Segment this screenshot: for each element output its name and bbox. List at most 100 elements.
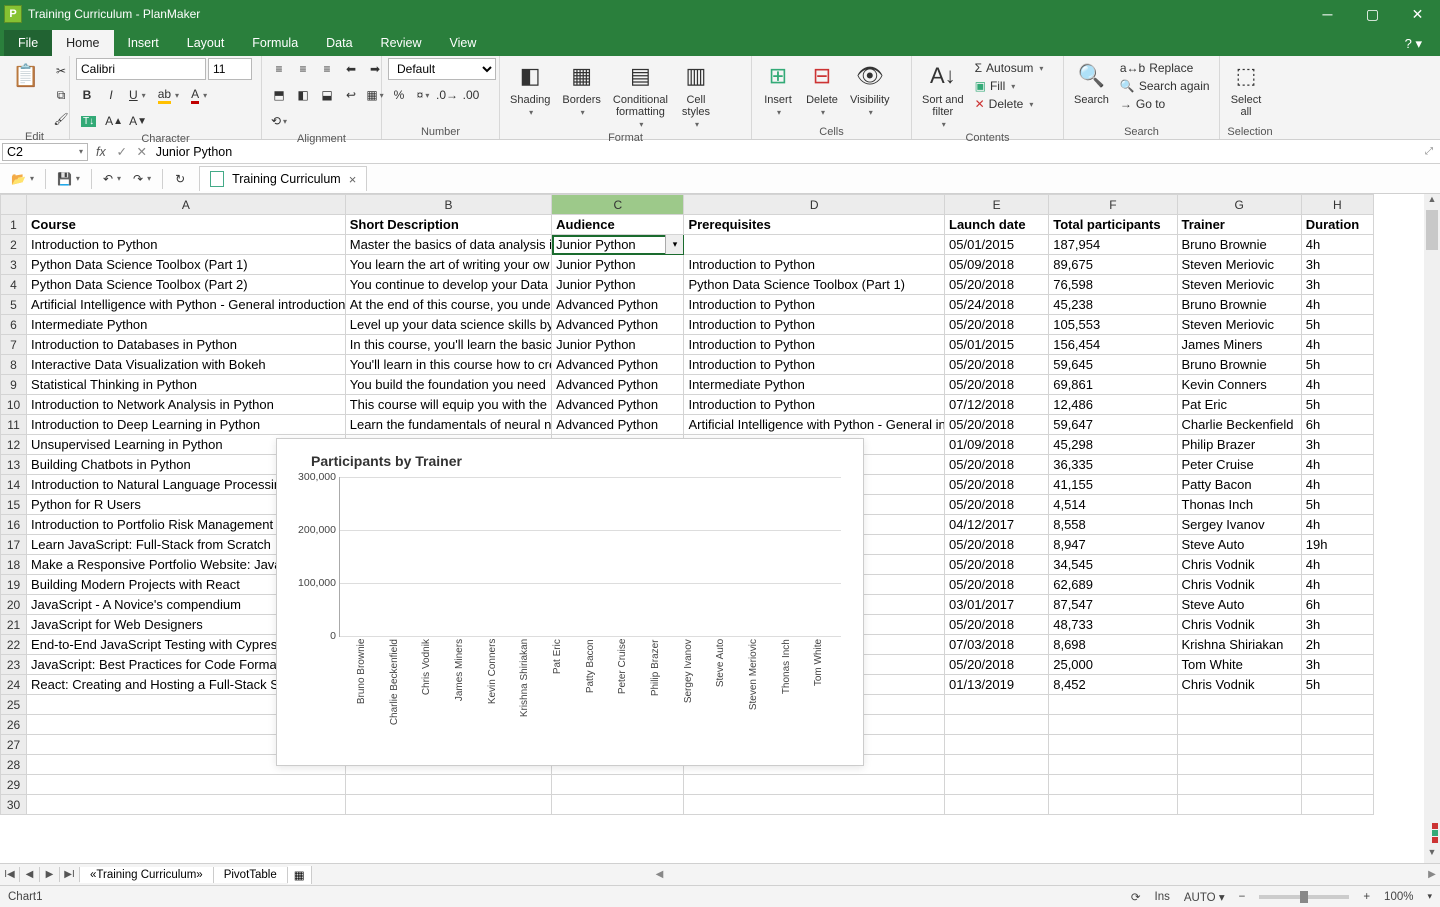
goto-button[interactable]: →Go to [1117,96,1213,112]
row-header[interactable]: 20 [1,595,27,615]
cell[interactable]: 105,553 [1049,315,1177,335]
cell[interactable]: Introduction to Databases in Python [27,335,346,355]
cell[interactable] [1177,695,1301,715]
cell[interactable]: 05/20/2018 [945,355,1049,375]
cell[interactable]: 19h [1301,535,1373,555]
conditional-formatting-button[interactable]: ▤Conditional formatting [609,58,672,131]
cell[interactable]: Chris Vodnik [1177,675,1301,695]
cell[interactable]: Junior Python [552,335,684,355]
cell[interactable]: 05/01/2015 [945,235,1049,255]
highlight-button[interactable]: ab [153,84,184,106]
cell[interactable]: 45,298 [1049,435,1177,455]
cell[interactable]: 05/20/2018 [945,475,1049,495]
cell[interactable]: Advanced Python [552,355,684,375]
sheet-tab-pivot[interactable]: PivotTable [214,867,288,883]
cell[interactable] [1177,735,1301,755]
cell[interactable]: 87,547 [1049,595,1177,615]
row-header[interactable]: 12 [1,435,27,455]
cell[interactable] [345,775,551,795]
cell[interactable]: Kevin Conners [1177,375,1301,395]
cell[interactable] [552,795,684,815]
copy-button[interactable]: ⧉ [50,84,72,106]
cell[interactable]: Chris Vodnik [1177,615,1301,635]
cell[interactable] [684,795,945,815]
cell[interactable] [945,695,1049,715]
cell[interactable]: Introduction to Python [684,395,945,415]
cell[interactable] [1177,755,1301,775]
cell[interactable]: 05/20/2018 [945,455,1049,475]
cell[interactable]: 45,238 [1049,295,1177,315]
cell[interactable]: 05/09/2018 [945,255,1049,275]
menu-review[interactable]: Review [367,30,436,56]
cell[interactable] [684,235,945,255]
cell[interactable] [945,755,1049,775]
cell[interactable]: 6h [1301,415,1373,435]
cell[interactable]: 36,335 [1049,455,1177,475]
cell[interactable]: Patty Bacon [1177,475,1301,495]
cell[interactable]: 69,861 [1049,375,1177,395]
maximize-button[interactable]: ▢ [1350,0,1395,28]
delete-contents-button[interactable]: ✕Delete [972,96,1047,112]
row-header-1[interactable]: 1 [1,215,27,235]
cell[interactable]: Trainer [1177,215,1301,235]
cell[interactable] [345,795,551,815]
col-header-H[interactable]: H [1301,195,1373,215]
help-button[interactable]: ? ▾ [1397,32,1430,56]
cell[interactable]: 05/20/2018 [945,655,1049,675]
cell[interactable]: Steve Auto [1177,535,1301,555]
cell[interactable]: Course [27,215,346,235]
cell[interactable]: 4h [1301,555,1373,575]
cell[interactable]: Pat Eric [1177,395,1301,415]
row-header[interactable]: 18 [1,555,27,575]
cell[interactable]: Introduction to Python [684,295,945,315]
cell[interactable]: 05/20/2018 [945,275,1049,295]
font-size-select[interactable] [208,58,252,80]
cell[interactable] [945,735,1049,755]
zoom-level[interactable]: 100% [1384,891,1413,903]
zoom-slider[interactable] [1259,895,1349,899]
format-painter-button[interactable]: 🖌 [50,108,72,130]
cell[interactable]: Chris Vodnik [1177,555,1301,575]
cell[interactable]: 6h [1301,595,1373,615]
cell[interactable]: Introduction to Python [684,355,945,375]
row-header[interactable]: 24 [1,675,27,695]
visibility-button[interactable]: 👁Visibility [846,58,894,119]
cell[interactable]: Total participants [1049,215,1177,235]
sort-filter-button[interactable]: A↓Sort and filter [918,58,968,131]
zoom-menu[interactable]: ▾ [1427,891,1432,902]
new-sheet-button[interactable]: ▦ [288,866,312,884]
row-header[interactable]: 22 [1,635,27,655]
cell[interactable]: Introduction to Python [684,255,945,275]
embedded-chart[interactable]: Participants by Trainer 0100,000200,0003… [276,438,864,766]
zoom-in-button[interactable]: + [1363,891,1370,903]
cell[interactable] [945,795,1049,815]
cell[interactable] [1049,775,1177,795]
cell[interactable]: 05/20/2018 [945,315,1049,335]
cell[interactable]: 89,675 [1049,255,1177,275]
cell[interactable]: 04/12/2017 [945,515,1049,535]
open-button[interactable]: 📂 [6,168,39,190]
cell[interactable]: 5h [1301,495,1373,515]
tab-nav-first[interactable]: I◀ [0,867,20,882]
horizontal-scrollbar[interactable]: ◀ [316,869,1424,880]
row-header[interactable]: 7 [1,335,27,355]
col-header-E[interactable]: E [945,195,1049,215]
cell[interactable]: 3h [1301,655,1373,675]
cell[interactable]: 07/03/2018 [945,635,1049,655]
cell[interactable]: Advanced Python [552,375,684,395]
cell[interactable] [552,775,684,795]
cell[interactable]: 4,514 [1049,495,1177,515]
cell[interactable]: Advanced Python [552,315,684,335]
cell[interactable]: 41,155 [1049,475,1177,495]
col-header-A[interactable]: A [27,195,346,215]
delete-cells-button[interactable]: ⊟Delete [802,58,842,119]
cell[interactable] [1301,755,1373,775]
cell[interactable]: 4h [1301,515,1373,535]
cell[interactable]: Thonas Inch [1177,495,1301,515]
row-header[interactable]: 30 [1,795,27,815]
row-header[interactable]: 11 [1,415,27,435]
cell[interactable] [1301,715,1373,735]
tab-nav-prev[interactable]: ◀ [20,867,40,882]
row-header[interactable]: 29 [1,775,27,795]
cell[interactable]: Intermediate Python [27,315,346,335]
